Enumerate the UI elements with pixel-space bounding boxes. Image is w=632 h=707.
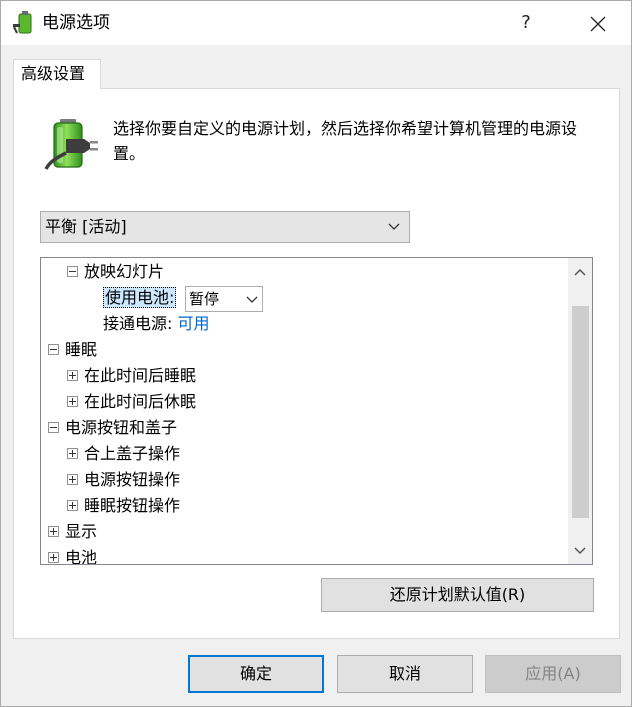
on-battery-label: 使用电池: xyxy=(103,287,177,308)
tree-item-power-buttons[interactable]: 电源按钮和盖子 xyxy=(48,416,177,440)
power-plan-selected-value: 平衡 [活动] xyxy=(45,217,127,236)
title-bar: 电源选项 ? xyxy=(1,1,631,45)
tree-item-sleep-after[interactable]: 在此时间后睡眠 xyxy=(67,364,196,388)
tree-item-slideshow[interactable]: 放映幻灯片 xyxy=(67,260,164,284)
expand-icon[interactable] xyxy=(48,525,59,537)
tree-item-label: 合上盖子操作 xyxy=(84,444,181,463)
tree-item-power-buttons-label: 电源按钮和盖子 xyxy=(65,418,178,437)
window-title: 电源选项 xyxy=(42,13,110,33)
plugged-in-value[interactable]: 可用 xyxy=(178,314,210,333)
settings-tree[interactable]: 放映幻灯片 使用电池: 暂停 接通电源: 可用 睡眠 在此时间后睡眠 在此时间后… xyxy=(40,257,593,565)
tab-advanced-settings[interactable]: 高级设置 xyxy=(13,59,101,89)
on-battery-select[interactable]: 暂停 xyxy=(185,286,263,312)
tree-item-label: 睡眠按钮操作 xyxy=(84,496,181,515)
power-options-icon xyxy=(13,11,32,34)
scroll-up-button[interactable] xyxy=(568,258,592,286)
expand-icon[interactable] xyxy=(67,395,78,407)
expand-icon[interactable] xyxy=(67,447,78,459)
tree-item-sleep-label: 睡眠 xyxy=(65,340,98,359)
scroll-thumb[interactable] xyxy=(572,306,589,518)
chevron-up-icon xyxy=(574,268,586,276)
tree-item-battery[interactable]: 电池 xyxy=(48,546,98,565)
restore-defaults-button[interactable]: 还原计划默认值(R) xyxy=(321,578,594,612)
battery-plug-icon xyxy=(44,119,98,170)
tree-item-sleep-button[interactable]: 睡眠按钮操作 xyxy=(67,494,180,518)
tree-item-sleep[interactable]: 睡眠 xyxy=(48,338,97,362)
tree-item-hibernate-after[interactable]: 在此时间后休眠 xyxy=(67,390,196,414)
help-button[interactable]: ? xyxy=(499,5,553,41)
expand-icon[interactable] xyxy=(48,551,59,563)
tree-item-label: 在此时间后休眠 xyxy=(84,392,197,411)
power-plan-select[interactable]: 平衡 [活动] xyxy=(40,211,410,243)
scroll-down-button[interactable] xyxy=(568,538,592,564)
ok-button[interactable]: 确定 xyxy=(188,655,324,693)
on-battery-value: 暂停 xyxy=(189,290,220,308)
collapse-icon[interactable] xyxy=(48,421,59,433)
expand-icon[interactable] xyxy=(67,369,78,381)
tree-item-label: 在此时间后睡眠 xyxy=(84,366,197,385)
description-text: 选择你要自定义的电源计划，然后选择你希望计算机管理的电源设置。 xyxy=(113,119,578,163)
collapse-icon[interactable] xyxy=(67,265,78,277)
tree-item-plugged-in[interactable]: 接通电源: 可用 xyxy=(103,312,210,336)
expand-icon[interactable] xyxy=(67,499,78,511)
tree-item-label: 电源按钮操作 xyxy=(84,470,181,489)
cancel-button[interactable]: 取消 xyxy=(337,655,473,693)
tree-item-slideshow-label: 放映幻灯片 xyxy=(84,262,165,281)
chevron-down-icon xyxy=(574,547,586,555)
chevron-down-icon xyxy=(246,296,258,303)
tree-scrollbar[interactable] xyxy=(568,258,592,564)
tree-item-battery-label: 电池 xyxy=(65,548,98,565)
advanced-settings-panel: 选择你要自定义的电源计划，然后选择你希望计算机管理的电源设置。 平衡 [活动] … xyxy=(13,88,620,639)
plugged-in-label: 接通电源: xyxy=(103,314,173,333)
tree-item-on-battery[interactable]: 使用电池: xyxy=(103,286,177,310)
tree-item-display-label: 显示 xyxy=(65,522,98,541)
expand-icon[interactable] xyxy=(67,473,78,485)
close-icon xyxy=(590,16,606,31)
collapse-icon[interactable] xyxy=(48,343,59,355)
tree-item-lid-close[interactable]: 合上盖子操作 xyxy=(67,442,180,466)
chevron-down-icon xyxy=(388,223,400,230)
tree-item-power-button[interactable]: 电源按钮操作 xyxy=(67,468,180,492)
apply-button[interactable]: 应用(A) xyxy=(485,655,621,693)
tree-item-display[interactable]: 显示 xyxy=(48,520,97,544)
close-button[interactable] xyxy=(571,5,625,41)
power-options-dialog: 电源选项 ? 高级设置 选择你要自定义的电源计划，然后选择你希望计算机管理的电源… xyxy=(0,0,632,707)
